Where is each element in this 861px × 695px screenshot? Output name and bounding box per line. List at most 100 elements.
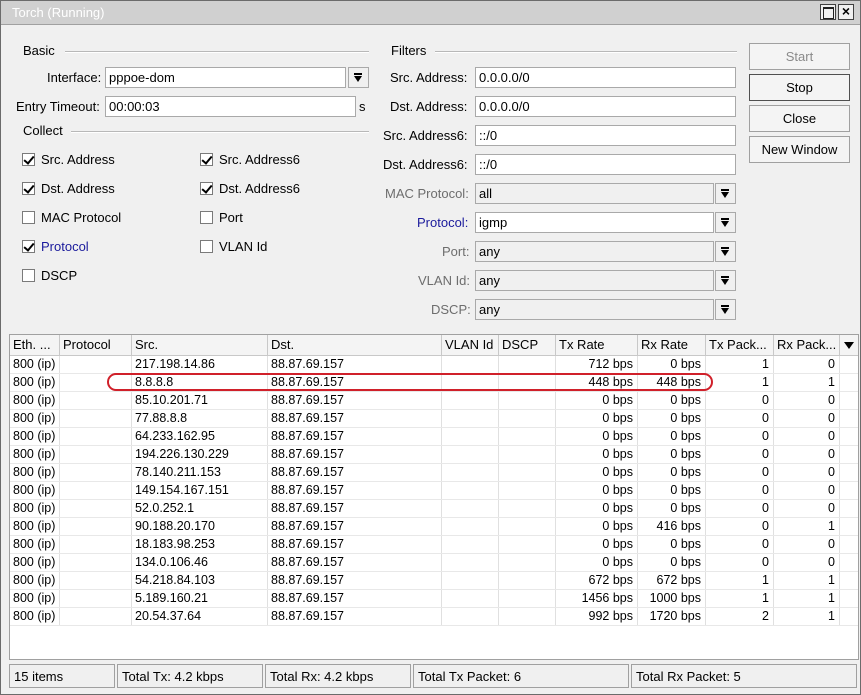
cell-rx-packets: 0 xyxy=(774,554,840,571)
protocol-select[interactable]: igmp xyxy=(475,212,714,233)
src-address-input[interactable]: 0.0.0.0/0 xyxy=(475,67,736,88)
port-checkbox[interactable] xyxy=(200,211,213,224)
interface-dropdown-icon[interactable] xyxy=(348,67,369,88)
dst-address6-checkbox[interactable] xyxy=(200,182,213,195)
cell-tx-rate: 0 bps xyxy=(556,536,638,553)
cell-rx-rate: 0 bps xyxy=(638,482,706,499)
basic-section-title: Basic xyxy=(23,43,55,58)
table-row[interactable]: 800 (ip) 149.154.167.151 88.87.69.157 0 bps… xyxy=(10,482,858,500)
timeout-unit: s xyxy=(359,99,366,114)
mac-protocol-checkbox[interactable] xyxy=(22,211,35,224)
cell-eth: 800 (ip) xyxy=(10,572,60,589)
cell-dscp xyxy=(499,464,556,481)
vlan-id-dropdown-icon[interactable] xyxy=(715,270,736,291)
port-select[interactable]: any xyxy=(475,241,714,262)
cell-dst: 88.87.69.157 xyxy=(268,392,442,409)
column-header-dscp[interactable]: DSCP xyxy=(499,335,556,355)
cell-eth: 800 (ip) xyxy=(10,374,60,391)
table-row[interactable]: 800 (ip) 78.140.211.153 88.87.69.157 0 bps 0… xyxy=(10,464,858,482)
cell-rx-rate: 0 bps xyxy=(638,428,706,445)
column-header-src[interactable]: Src. xyxy=(132,335,268,355)
start-button[interactable]: Start xyxy=(749,43,850,70)
dscp-dropdown-icon[interactable] xyxy=(715,299,736,320)
cell-tx-packets: 0 xyxy=(706,410,774,427)
cell-protocol xyxy=(60,518,132,535)
collect-divider xyxy=(71,131,369,133)
table-row[interactable]: 800 (ip) 18.183.98.253 88.87.69.157 0 bps 0 … xyxy=(10,536,858,554)
dst-address-checkbox[interactable] xyxy=(22,182,35,195)
column-header-eth[interactable]: Eth. ... xyxy=(10,335,60,355)
cell-protocol xyxy=(60,500,132,517)
cell-dscp xyxy=(499,500,556,517)
interface-select[interactable]: pppoe-dom xyxy=(105,67,346,88)
cell-dst: 88.87.69.157 xyxy=(268,428,442,445)
table-row[interactable]: 800 (ip) 134.0.106.46 88.87.69.157 0 bps 0 b… xyxy=(10,554,858,572)
cell-src: 5.189.160.21 xyxy=(132,590,268,607)
stop-button[interactable]: Stop xyxy=(749,74,850,101)
table-row[interactable]: 800 (ip) 77.88.8.8 88.87.69.157 0 bps 0 bps 0… xyxy=(10,410,858,428)
cell-tx-rate: 0 bps xyxy=(556,410,638,427)
table-row[interactable]: 800 (ip) 52.0.252.1 88.87.69.157 0 bps 0 bps… xyxy=(10,500,858,518)
column-header-rx-rate[interactable]: Rx Rate xyxy=(638,335,706,355)
vlan-id-checkbox[interactable] xyxy=(200,240,213,253)
cell-tx-packets: 0 xyxy=(706,464,774,481)
cell-rx-rate: 0 bps xyxy=(638,392,706,409)
cell-tx-packets: 0 xyxy=(706,428,774,445)
cell-tx-rate: 712 bps xyxy=(556,356,638,373)
column-header-tx-packets[interactable]: Tx Pack... xyxy=(706,335,774,355)
mac-protocol-dropdown-icon[interactable] xyxy=(715,183,736,204)
table-row[interactable]: 800 (ip) 85.10.201.71 88.87.69.157 0 bps 0 b… xyxy=(10,392,858,410)
column-header-tx-rate[interactable]: Tx Rate xyxy=(556,335,638,355)
protocol-label: Protocol: xyxy=(417,215,469,230)
column-header-rx-packets[interactable]: Rx Pack... xyxy=(774,335,840,355)
entry-timeout-input[interactable]: 00:00:03 xyxy=(105,96,356,117)
mac-protocol-select[interactable]: all xyxy=(475,183,714,204)
column-header-vlan-id[interactable]: VLAN Id xyxy=(442,335,499,355)
cell-vlan-id xyxy=(442,608,499,625)
cell-tx-packets: 1 xyxy=(706,590,774,607)
column-header-dst[interactable]: Dst. xyxy=(268,335,442,355)
close-button[interactable]: Close xyxy=(749,105,850,132)
column-menu-icon[interactable] xyxy=(844,342,854,349)
dscp-select[interactable]: any xyxy=(475,299,714,320)
src-address6-input[interactable]: ::/0 xyxy=(475,125,736,146)
dst-address6-input[interactable]: ::/0 xyxy=(475,154,736,175)
title-bar[interactable]: Torch (Running) × xyxy=(1,1,860,25)
src-address6-checkbox[interactable] xyxy=(200,153,213,166)
cell-dscp xyxy=(499,392,556,409)
table-row[interactable]: 800 (ip) 194.226.130.229 88.87.69.157 0 bps… xyxy=(10,446,858,464)
table-row[interactable]: 800 (ip) 217.198.14.86 88.87.69.157 712 bps… xyxy=(10,356,858,374)
src-address-checkbox[interactable] xyxy=(22,153,35,166)
protocol-checkbox[interactable] xyxy=(22,240,35,253)
new-window-button[interactable]: New Window xyxy=(749,136,850,163)
cell-dscp xyxy=(499,518,556,535)
table-row[interactable]: 800 (ip) 54.218.84.103 88.87.69.157 672 bps… xyxy=(10,572,858,590)
table-row[interactable]: 800 (ip) 90.188.20.170 88.87.69.157 0 bps 41… xyxy=(10,518,858,536)
close-icon[interactable]: × xyxy=(838,4,854,20)
cell-tx-packets: 0 xyxy=(706,392,774,409)
cell-rx-packets: 0 xyxy=(774,410,840,427)
cell-vlan-id xyxy=(442,554,499,571)
dst-address-input[interactable]: 0.0.0.0/0 xyxy=(475,96,736,117)
cell-eth: 800 (ip) xyxy=(10,428,60,445)
cell-tx-packets: 0 xyxy=(706,500,774,517)
table-row[interactable]: 800 (ip) 64.233.162.95 88.87.69.157 0 bps 0 … xyxy=(10,428,858,446)
column-header-protocol[interactable]: Protocol xyxy=(60,335,132,355)
cell-src: 217.198.14.86 xyxy=(132,356,268,373)
table-row[interactable]: 800 (ip) 5.189.160.21 88.87.69.157 1456 bps… xyxy=(10,590,858,608)
cell-src: 18.183.98.253 xyxy=(132,536,268,553)
maximize-icon[interactable] xyxy=(820,4,836,20)
cell-rx-packets: 1 xyxy=(774,518,840,535)
table-row[interactable]: 800 (ip) 20.54.37.64 88.87.69.157 992 bps 17… xyxy=(10,608,858,626)
vlan-id-select[interactable]: any xyxy=(475,270,714,291)
port-dropdown-icon[interactable] xyxy=(715,241,736,262)
cell-rx-rate: 1000 bps xyxy=(638,590,706,607)
dscp-checkbox[interactable] xyxy=(22,269,35,282)
cell-vlan-id xyxy=(442,356,499,373)
cell-src: 64.233.162.95 xyxy=(132,428,268,445)
cell-tx-packets: 1 xyxy=(706,572,774,589)
cell-dst: 88.87.69.157 xyxy=(268,356,442,373)
protocol-dropdown-icon[interactable] xyxy=(715,212,736,233)
cell-vlan-id xyxy=(442,572,499,589)
table-header: Eth. ... Protocol Src. Dst. VLAN Id DSCP… xyxy=(10,335,858,356)
